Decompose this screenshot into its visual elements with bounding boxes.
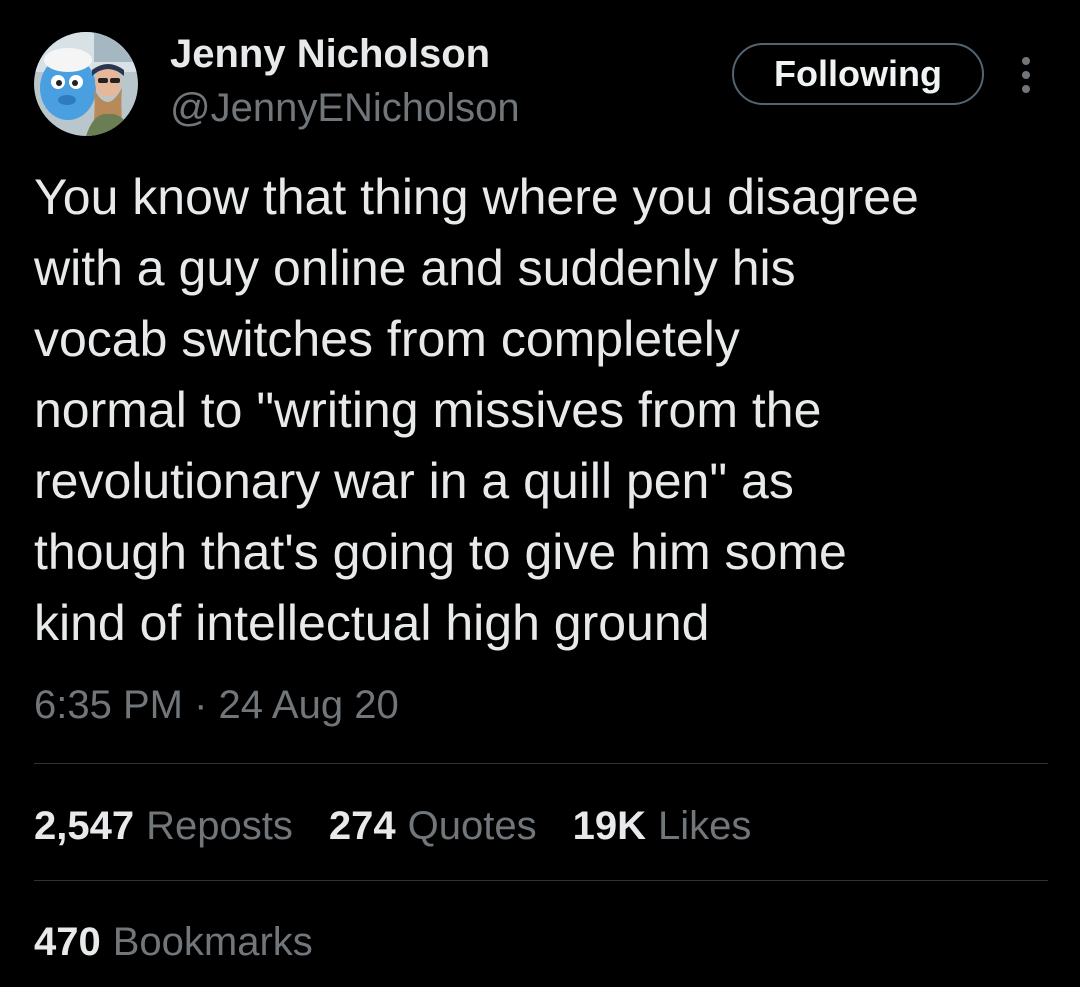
more-vertical-icon [1022,57,1030,93]
quotes-stat[interactable]: 274 Quotes [329,804,537,849]
bookmarks-label: Bookmarks [112,919,313,964]
quotes-count: 274 [328,803,396,848]
tweet-text-line: You know that thing where you disagree [34,169,919,225]
divider [34,763,1048,764]
quotes-label: Quotes [407,803,537,848]
bookmark-stats: 470 Bookmarks [34,916,349,968]
reposts-label: Reposts [146,803,293,848]
tweet-text: You know that thing where you disagree w… [34,162,1044,659]
more-options-button[interactable] [1004,50,1048,100]
tweet-text-line: kind of intellectual high ground [34,595,710,651]
following-button[interactable]: Following [732,43,984,105]
likes-label: Likes [657,803,752,848]
bookmarks-stat[interactable]: 470 Bookmarks [34,920,313,965]
tweet-text-line: with a guy online and suddenly his [34,240,796,296]
reposts-count: 2,547 [34,803,135,848]
divider [34,880,1048,881]
reposts-stat[interactable]: 2,547 Reposts [34,804,293,849]
tweet-text-line: normal to "writing missives from the [34,382,822,438]
likes-stat[interactable]: 19K Likes [573,804,752,849]
engagement-stats: 2,547 Reposts 274 Quotes 19K Likes [34,800,787,852]
tweet-text-line: vocab switches from completely [34,311,740,367]
tweet-timestamp[interactable]: 6:35 PM · 24 Aug 20 [34,680,399,730]
bookmarks-count: 470 [34,919,101,964]
tweet-text-line: revolutionary war in a quill pen" as [34,453,794,509]
author-handle[interactable]: @JennyENicholson [170,84,520,132]
likes-count: 19K [572,803,646,848]
avatar-photo-icon [34,32,138,136]
author-display-name[interactable]: Jenny Nicholson [170,30,490,78]
avatar[interactable] [34,32,138,136]
tweet-text-line: though that's going to give him some [34,524,847,580]
